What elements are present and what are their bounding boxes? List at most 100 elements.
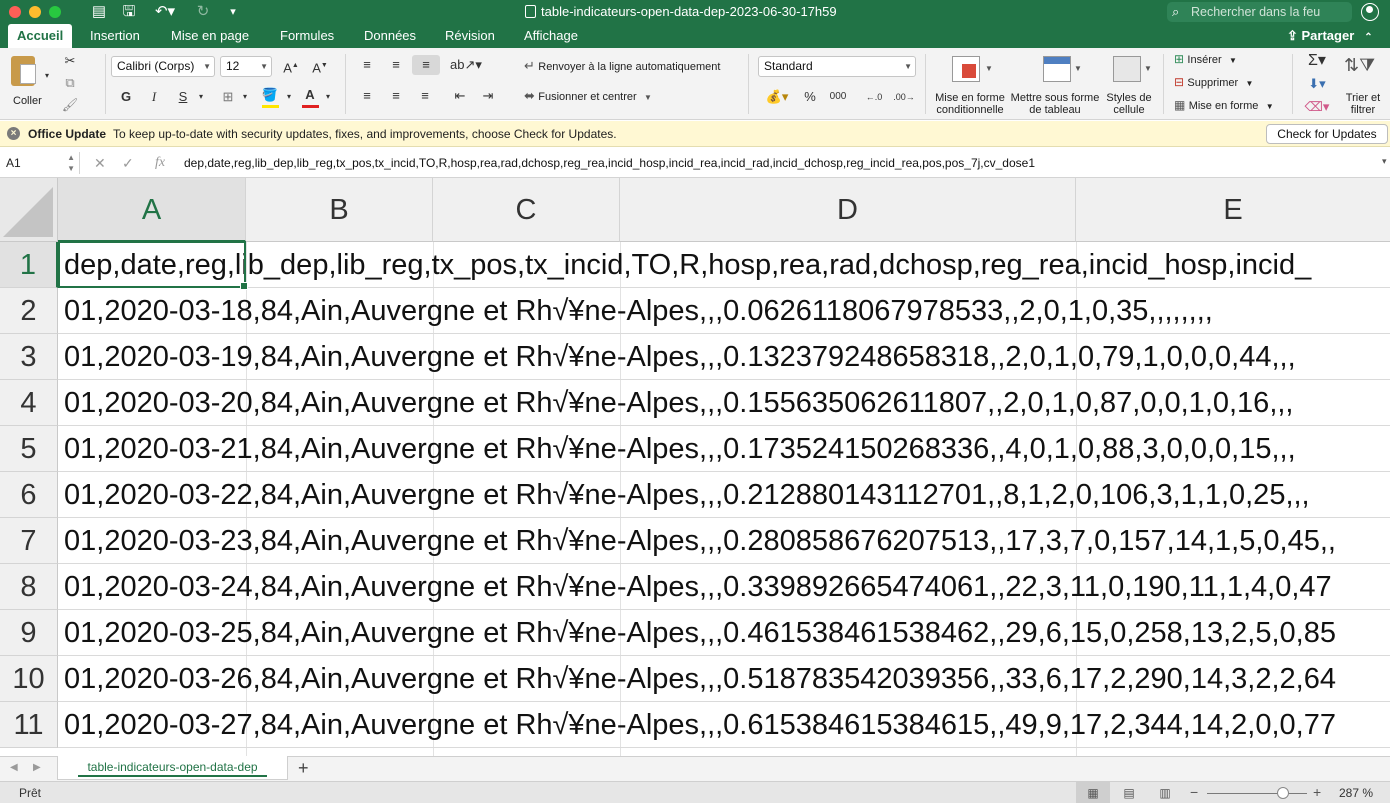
font-color-icon[interactable]: A [299, 85, 321, 105]
cut-icon[interactable]: ✂ [59, 51, 81, 71]
row-header[interactable]: 5 [0, 426, 58, 472]
insert-cells-button[interactable]: ⊞ Insérer ▼ [1174, 52, 1237, 66]
font-name-select[interactable]: Calibri (Corps) ▼ [111, 56, 215, 77]
check-for-updates-button[interactable]: Check for Updates [1266, 124, 1388, 144]
cell[interactable]: 01,2020-03-21,84,Ain,Auvergne et Rh√¥ne-… [64, 426, 1296, 472]
align-left-icon[interactable]: ≡ [356, 86, 378, 106]
sort-filter-button[interactable]: ⇅⧩ Trier et filtrer [1340, 52, 1388, 116]
column-header-a[interactable]: A [58, 178, 246, 242]
merge-center-button[interactable]: ⬌ Fusionner et centrer ▼ [524, 88, 652, 106]
font-size-select[interactable]: 12 ▼ [220, 56, 272, 77]
decrease-font-icon[interactable]: A▼ [309, 56, 331, 76]
wrap-text-button[interactable]: ↵ Renvoyer à la ligne automatiquement [524, 58, 720, 76]
normal-view-icon[interactable]: ▦ [1076, 782, 1110, 803]
cell[interactable]: 01,2020-03-25,84,Ain,Auvergne et Rh√¥ne-… [64, 610, 1336, 656]
share-button[interactable]: ⇪ Partager ⌃ [1287, 24, 1373, 48]
cell[interactable]: 01,2020-03-22,84,Ain,Auvergne et Rh√¥ne-… [64, 472, 1310, 518]
customize-toolbar-icon[interactable]: ▾ [226, 3, 240, 21]
align-right-icon[interactable]: ≡ [414, 86, 436, 106]
fill-color-icon[interactable]: 🪣 [259, 85, 281, 105]
tab-accueil[interactable]: Accueil [8, 24, 73, 48]
thousands-separator-icon[interactable]: 000 [825, 87, 851, 107]
previous-sheet-icon[interactable]: ◀ [10, 762, 18, 773]
account-icon[interactable] [1361, 3, 1379, 21]
search-field[interactable]: ⌕ Rechercher dans la feu [1167, 2, 1352, 22]
tab-formules[interactable]: Formules [271, 24, 343, 48]
tab-insertion[interactable]: Insertion [81, 24, 149, 48]
format-as-table-button[interactable]: ▼ Mettre sous forme de tableau [1010, 52, 1100, 116]
cell[interactable]: dep,date,reg,lib_dep,lib_reg,tx_pos,tx_i… [64, 242, 1311, 288]
column-header-d[interactable]: D [620, 178, 1076, 242]
cell[interactable]: 01,2020-03-26,84,Ain,Auvergne et Rh√¥ne-… [64, 656, 1336, 702]
align-top-icon[interactable]: ≡ [356, 55, 378, 75]
increase-font-icon[interactable]: A▲ [280, 56, 302, 76]
cell[interactable]: 01,2020-03-27,84,Ain,Auvergne et Rh√¥ne-… [64, 702, 1336, 748]
sheet-tab[interactable]: table-indicateurs-open-data-dep [57, 756, 288, 780]
row-header[interactable]: 4 [0, 380, 58, 426]
align-middle-icon[interactable]: ≡ [385, 55, 407, 75]
increase-decimal-icon[interactable]: ←.0 [861, 87, 887, 107]
undo-icon[interactable]: ↶▾ [151, 3, 179, 21]
expand-formula-bar-icon[interactable]: ▾ [1382, 151, 1387, 171]
close-window-button[interactable] [9, 6, 21, 18]
format-painter-icon[interactable]: 🖌 [59, 95, 81, 115]
minimize-window-button[interactable] [29, 6, 41, 18]
format-cells-button[interactable]: ▦ Mise en forme ▼ [1174, 98, 1274, 112]
next-sheet-icon[interactable]: ▶ [33, 762, 41, 773]
add-sheet-icon[interactable]: + [298, 758, 309, 778]
copy-icon[interactable]: ⧉ [59, 73, 81, 93]
align-bottom-icon[interactable]: ≡ [412, 55, 440, 75]
row-header[interactable]: 2 [0, 288, 58, 334]
row-header[interactable]: 11 [0, 702, 58, 748]
close-icon[interactable]: × [7, 127, 20, 140]
borders-options-icon[interactable]: ▾ [239, 87, 251, 107]
redo-icon[interactable]: ↻ [194, 3, 212, 21]
tab-affichage[interactable]: Affichage [515, 24, 587, 48]
row-header[interactable]: 8 [0, 564, 58, 610]
underline-options-icon[interactable]: ▾ [195, 87, 207, 107]
save-icon[interactable]: 🖫 [120, 3, 138, 21]
tab-donnees[interactable]: Données [355, 24, 425, 48]
row-header[interactable]: 10 [0, 656, 58, 702]
align-center-icon[interactable]: ≡ [385, 86, 407, 106]
column-header-e[interactable]: E [1076, 178, 1390, 242]
row-header[interactable]: 3 [0, 334, 58, 380]
decrease-indent-icon[interactable]: ⇤ [449, 86, 471, 106]
delete-cells-button[interactable]: ⊟ Supprimer ▼ [1174, 75, 1253, 89]
row-header[interactable]: 1 [0, 242, 58, 288]
percent-icon[interactable]: % [799, 87, 821, 107]
zoom-in-icon[interactable]: + [1313, 784, 1321, 800]
tab-revision[interactable]: Révision [436, 24, 504, 48]
cell[interactable]: 01,2020-03-19,84,Ain,Auvergne et Rh√¥ne-… [64, 334, 1296, 380]
fill-options-icon[interactable]: ▾ [283, 87, 295, 107]
zoom-slider[interactable] [1207, 793, 1307, 794]
cell[interactable]: 01,2020-03-20,84,Ain,Auvergne et Rh√¥ne-… [64, 380, 1293, 426]
cell[interactable]: 01,2020-03-18,84,Ain,Auvergne et Rh√¥ne-… [64, 288, 1213, 334]
select-all-button[interactable] [0, 178, 58, 242]
font-color-options-icon[interactable]: ▾ [322, 87, 334, 107]
borders-icon[interactable]: ⊞ [217, 87, 239, 107]
cell-styles-button[interactable]: ▼ Styles de cellule [1101, 52, 1157, 116]
autosum-icon[interactable]: Σ▾ [1302, 51, 1332, 71]
function-icon[interactable]: fx [155, 153, 165, 173]
increase-indent-icon[interactable]: ⇥ [477, 86, 499, 106]
clear-icon[interactable]: ⌫▾ [1302, 97, 1332, 117]
fill-icon[interactable]: ⬇▾ [1302, 74, 1332, 94]
zoom-slider-thumb[interactable] [1277, 787, 1289, 799]
orientation-icon[interactable]: ab↗▾ [450, 55, 482, 75]
sidebar-icon[interactable]: ▤ [90, 3, 108, 21]
underline-icon[interactable]: S [172, 87, 194, 107]
column-header-c[interactable]: C [433, 178, 620, 242]
number-format-select[interactable]: Standard ▼ [758, 56, 916, 77]
cancel-entry-icon[interactable]: ✕ [94, 153, 106, 173]
cell[interactable]: 01,2020-03-23,84,Ain,Auvergne et Rh√¥ne-… [64, 518, 1336, 564]
decrease-decimal-icon[interactable]: .00→ [891, 87, 917, 107]
zoom-out-icon[interactable]: − [1190, 784, 1198, 800]
zoom-window-button[interactable] [49, 6, 61, 18]
italic-icon[interactable]: I [143, 87, 165, 107]
bold-icon[interactable]: G [115, 87, 137, 107]
page-break-view-icon[interactable]: ▥ [1148, 782, 1182, 803]
confirm-entry-icon[interactable]: ✓ [122, 153, 134, 173]
column-header-b[interactable]: B [246, 178, 433, 242]
page-layout-view-icon[interactable]: ▤ [1112, 782, 1146, 803]
